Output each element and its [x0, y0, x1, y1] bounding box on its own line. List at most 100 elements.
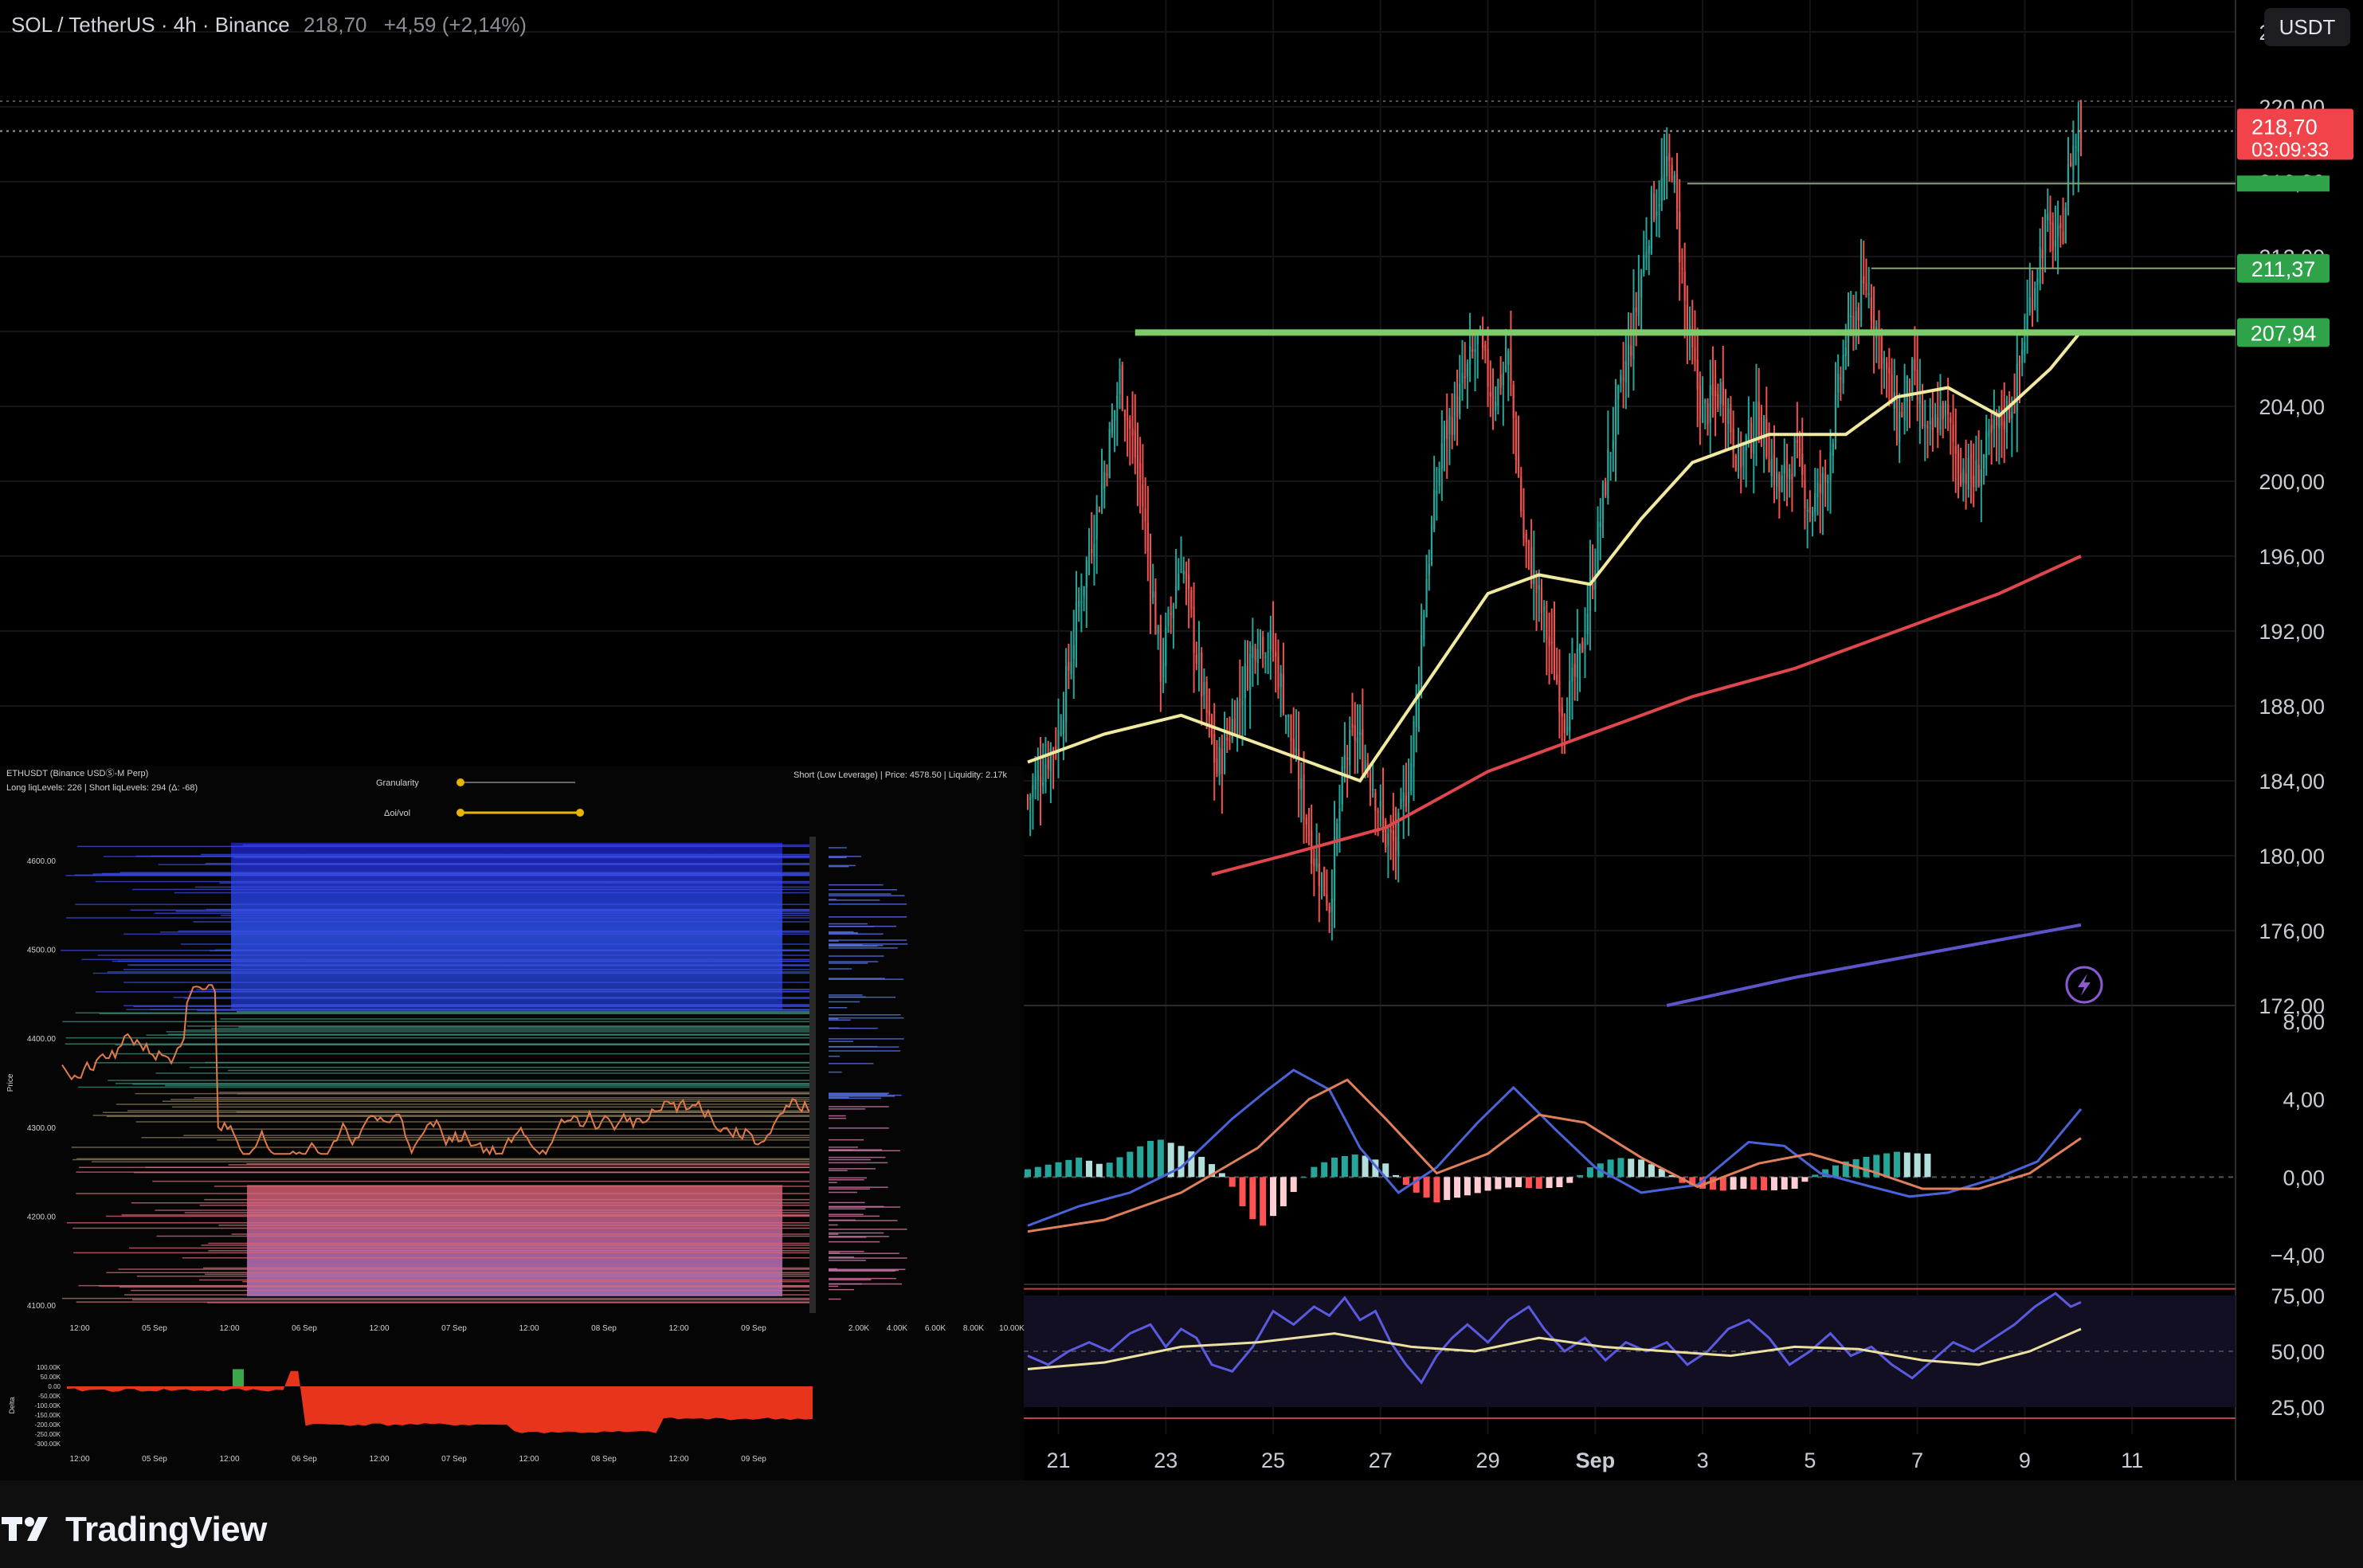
candle[interactable]	[1558, 680, 1561, 712]
candle[interactable]	[2003, 421, 2005, 430]
candle[interactable]	[1778, 474, 1781, 492]
candle[interactable]	[1313, 858, 1315, 867]
candle[interactable]	[1939, 406, 1942, 429]
candle[interactable]	[1343, 755, 1346, 769]
candle[interactable]	[2067, 164, 2070, 206]
candle[interactable]	[1146, 522, 1149, 552]
candle[interactable]	[1770, 459, 1773, 476]
candle[interactable]	[1154, 591, 1157, 634]
candle[interactable]	[1131, 428, 1134, 437]
candle[interactable]	[1103, 472, 1106, 489]
candle[interactable]	[1218, 747, 1221, 776]
candle[interactable]	[1937, 417, 1939, 433]
candle[interactable]	[1859, 280, 1863, 321]
candle[interactable]	[1461, 373, 1464, 384]
candle[interactable]	[1911, 359, 1914, 398]
candle[interactable]	[2070, 162, 2072, 166]
candle[interactable]	[1916, 369, 1918, 401]
candle[interactable]	[1504, 367, 1507, 369]
candle[interactable]	[1216, 758, 1218, 774]
candle[interactable]	[1468, 347, 1471, 365]
candle[interactable]	[1842, 355, 1844, 384]
candle[interactable]	[1829, 452, 1832, 481]
candle[interactable]	[1032, 785, 1034, 798]
candle[interactable]	[1965, 473, 1967, 484]
candle[interactable]	[1252, 645, 1254, 658]
candle[interactable]	[1944, 402, 1947, 417]
candle[interactable]	[1318, 863, 1320, 887]
candle[interactable]	[1699, 386, 1702, 419]
candle[interactable]	[2001, 407, 2003, 426]
candle[interactable]	[1180, 571, 1182, 574]
candle[interactable]	[1080, 602, 1083, 604]
candle[interactable]	[1840, 378, 1842, 380]
candle[interactable]	[1776, 472, 1778, 488]
candle[interactable]	[1837, 374, 1840, 393]
candle[interactable]	[1993, 419, 1996, 429]
candle[interactable]	[1740, 443, 1742, 468]
candle[interactable]	[1320, 872, 1323, 892]
candle[interactable]	[1546, 611, 1548, 640]
candle[interactable]	[1374, 793, 1377, 811]
candle[interactable]	[1093, 543, 1095, 557]
candle[interactable]	[1085, 559, 1087, 587]
candle[interactable]	[1711, 384, 1714, 396]
candle[interactable]	[1443, 424, 1446, 441]
candle[interactable]	[1203, 682, 1205, 696]
candle[interactable]	[1499, 374, 1502, 388]
candle[interactable]	[1663, 174, 1666, 182]
candle[interactable]	[2059, 223, 2062, 229]
candle[interactable]	[1185, 570, 1188, 580]
candle[interactable]	[1307, 829, 1311, 836]
candle[interactable]	[1060, 732, 1062, 735]
candle[interactable]	[1436, 491, 1438, 495]
candle[interactable]	[1734, 455, 1737, 471]
candle[interactable]	[1607, 449, 1609, 499]
candle[interactable]	[1387, 833, 1389, 846]
candle[interactable]	[1277, 657, 1279, 690]
candle[interactable]	[1520, 476, 1522, 512]
candle[interactable]	[1701, 406, 1704, 423]
candle[interactable]	[1430, 524, 1433, 560]
candle[interactable]	[1553, 642, 1556, 680]
candle[interactable]	[1630, 345, 1632, 356]
candle[interactable]	[1413, 721, 1415, 767]
candle[interactable]	[1446, 419, 1448, 439]
lightning-icon[interactable]	[2065, 966, 2103, 1004]
candle[interactable]	[1379, 801, 1381, 806]
candle[interactable]	[1914, 359, 1916, 370]
candle[interactable]	[1901, 412, 1903, 417]
candle[interactable]	[1162, 662, 1165, 677]
candle[interactable]	[1947, 404, 1950, 415]
candle[interactable]	[1827, 480, 1829, 484]
candle[interactable]	[1550, 641, 1553, 644]
candle[interactable]	[1696, 359, 1699, 390]
candle[interactable]	[2039, 247, 2041, 284]
candle[interactable]	[1819, 484, 1821, 493]
candle[interactable]	[1484, 344, 1487, 351]
candle[interactable]	[1903, 396, 1906, 421]
candle[interactable]	[1330, 898, 1333, 912]
candle[interactable]	[1929, 421, 1931, 425]
candle[interactable]	[1421, 635, 1423, 684]
candle[interactable]	[2031, 299, 2034, 312]
candle[interactable]	[1259, 633, 1262, 645]
candle[interactable]	[1599, 522, 1601, 527]
candle[interactable]	[1139, 463, 1142, 480]
candle[interactable]	[1070, 661, 1072, 674]
candle[interactable]	[1635, 307, 1637, 312]
candle[interactable]	[1601, 483, 1605, 519]
candle[interactable]	[2028, 297, 2031, 313]
candle[interactable]	[1254, 649, 1256, 661]
candle[interactable]	[1244, 663, 1246, 699]
candle[interactable]	[1962, 468, 1965, 484]
candle[interactable]	[2049, 211, 2051, 225]
candle[interactable]	[1159, 624, 1162, 682]
candle[interactable]	[1883, 358, 1886, 364]
candle[interactable]	[1789, 468, 1791, 480]
candle[interactable]	[1394, 837, 1397, 851]
candle[interactable]	[1315, 857, 1318, 868]
candle[interactable]	[2013, 412, 2016, 414]
candle[interactable]	[1576, 648, 1578, 677]
candle[interactable]	[1556, 674, 1558, 682]
